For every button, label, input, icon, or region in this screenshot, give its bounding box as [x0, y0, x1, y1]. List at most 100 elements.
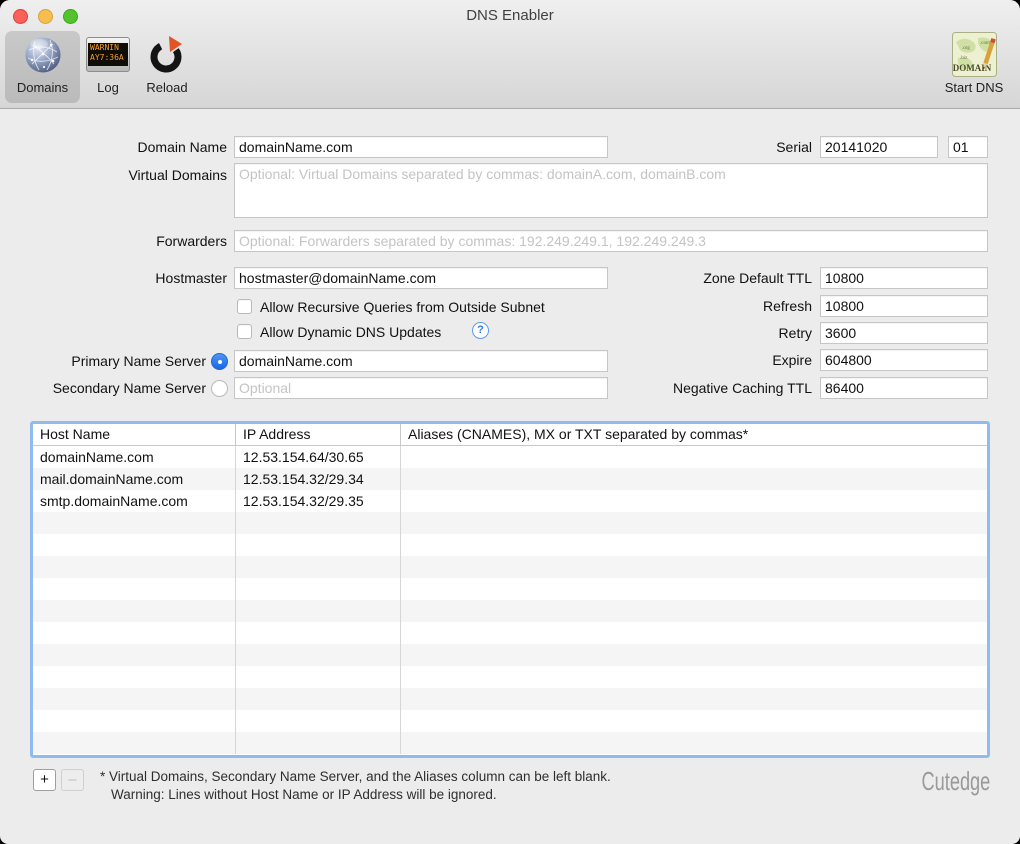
- footer-note-line2: Warning: Lines without Host Name or IP A…: [100, 786, 611, 804]
- table-cell: smtp.domainName.com: [33, 490, 236, 512]
- table-row[interactable]: [33, 534, 987, 556]
- table-row[interactable]: [33, 622, 987, 644]
- expire-input[interactable]: [820, 349, 988, 371]
- host-table-header: Host Name IP Address Aliases (CNAMES), M…: [33, 424, 987, 446]
- table-row[interactable]: [33, 644, 987, 666]
- toolbar-label-reload: Reload: [136, 80, 198, 95]
- table-cell: 12.53.154.32/29.35: [236, 490, 401, 512]
- allow-dynamic-checkbox[interactable]: [237, 324, 252, 339]
- table-cell: [401, 512, 987, 534]
- column-header-host-name[interactable]: Host Name: [33, 424, 236, 445]
- table-cell: [236, 688, 401, 710]
- table-cell: [401, 644, 987, 666]
- expire-label: Expire: [600, 349, 812, 371]
- virtual-domains-label: Virtual Domains: [0, 164, 227, 186]
- column-header-ip-address[interactable]: IP Address: [236, 424, 401, 445]
- table-row[interactable]: smtp.domainName.com12.53.154.32/29.35: [33, 490, 987, 512]
- refresh-label: Refresh: [600, 295, 812, 317]
- allow-dynamic-label: Allow Dynamic DNS Updates: [260, 324, 441, 341]
- table-cell: 12.53.154.32/29.34: [236, 468, 401, 490]
- primary-ns-input[interactable]: [234, 350, 608, 372]
- table-cell: [33, 666, 236, 688]
- table-cell: [401, 622, 987, 644]
- window-header: DNS Enabler: [0, 0, 1020, 109]
- table-cell: [401, 468, 987, 490]
- toolbar-item-log[interactable]: WARNINAY7:36A Log: [84, 31, 132, 103]
- domain-name-input[interactable]: [234, 136, 608, 158]
- table-cell: [236, 666, 401, 688]
- host-table-body: domainName.com12.53.154.64/30.65mail.dom…: [33, 446, 987, 754]
- table-cell: [33, 600, 236, 622]
- table-row[interactable]: [33, 600, 987, 622]
- allow-recursive-label: Allow Recursive Queries from Outside Sub…: [260, 299, 545, 316]
- help-button[interactable]: ?: [472, 322, 489, 339]
- secondary-ns-label: Secondary Name Server: [0, 377, 206, 399]
- negative-caching-ttl-label: Negative Caching TTL: [600, 377, 812, 399]
- table-cell: [33, 622, 236, 644]
- forwarders-input[interactable]: [234, 230, 988, 252]
- table-cell: [401, 490, 987, 512]
- table-cell: [236, 578, 401, 600]
- table-row[interactable]: [33, 688, 987, 710]
- primary-ns-radio[interactable]: [211, 353, 228, 370]
- table-cell: [401, 578, 987, 600]
- table-cell: [33, 512, 236, 534]
- remove-row-button[interactable]: –: [61, 769, 84, 791]
- toolbar-label-start-dns: Start DNS: [936, 80, 1012, 95]
- table-cell: [236, 710, 401, 732]
- table-cell: [33, 688, 236, 710]
- secondary-ns-input[interactable]: [234, 377, 608, 399]
- host-table[interactable]: Host Name IP Address Aliases (CNAMES), M…: [30, 421, 990, 758]
- retry-label: Retry: [600, 322, 812, 344]
- svg-text:.biz: .biz: [960, 56, 968, 61]
- table-cell: [401, 732, 987, 754]
- table-cell: [33, 710, 236, 732]
- table-cell: [33, 556, 236, 578]
- footer-note-line1: * Virtual Domains, Secondary Name Server…: [100, 768, 611, 786]
- hostmaster-label: Hostmaster: [0, 267, 227, 289]
- table-cell: [401, 556, 987, 578]
- retry-input[interactable]: [820, 322, 988, 344]
- secondary-ns-radio[interactable]: [211, 380, 228, 397]
- table-cell: [33, 534, 236, 556]
- table-cell: [236, 622, 401, 644]
- table-cell: [401, 710, 987, 732]
- zone-default-ttl-input[interactable]: [820, 267, 988, 289]
- window-title: DNS Enabler: [0, 7, 1020, 24]
- column-header-aliases[interactable]: Aliases (CNAMES), MX or TXT separated by…: [401, 424, 987, 445]
- table-cell: [401, 534, 987, 556]
- table-cell: domainName.com: [33, 446, 236, 468]
- negative-caching-ttl-input[interactable]: [820, 377, 988, 399]
- toolbar-item-start-dns[interactable]: .org .com .biz DOMAIN Start DNS: [936, 31, 1012, 103]
- hostmaster-input[interactable]: [234, 267, 608, 289]
- table-row[interactable]: mail.domainName.com12.53.154.32/29.34: [33, 468, 987, 490]
- footer-note: * Virtual Domains, Secondary Name Server…: [100, 768, 611, 804]
- serial-input[interactable]: [820, 136, 938, 158]
- serial-suffix-input[interactable]: [948, 136, 988, 158]
- table-row[interactable]: [33, 512, 987, 534]
- table-cell: [236, 732, 401, 754]
- table-row[interactable]: [33, 578, 987, 600]
- table-cell: [401, 666, 987, 688]
- table-row[interactable]: [33, 732, 987, 754]
- toolbar-item-domains[interactable]: Domains: [5, 31, 80, 103]
- table-cell: [236, 644, 401, 666]
- toolbar-item-reload[interactable]: Reload: [136, 31, 198, 103]
- table-row[interactable]: domainName.com12.53.154.64/30.65: [33, 446, 987, 468]
- add-row-button[interactable]: +: [33, 769, 56, 791]
- virtual-domains-textarea[interactable]: [234, 163, 988, 218]
- table-cell: [33, 578, 236, 600]
- primary-ns-label: Primary Name Server: [0, 350, 206, 372]
- reload-circular-arrow-icon: [136, 31, 198, 78]
- globe-network-icon: [5, 31, 80, 78]
- table-cell: 12.53.154.64/30.65: [236, 446, 401, 468]
- zone-default-ttl-label: Zone Default TTL: [600, 267, 812, 289]
- led-display-icon: WARNINAY7:36A: [84, 31, 132, 78]
- table-row[interactable]: [33, 666, 987, 688]
- allow-recursive-checkbox[interactable]: [237, 299, 252, 314]
- app-window: DNS Enabler: [0, 0, 1020, 844]
- table-cell: [401, 446, 987, 468]
- table-row[interactable]: [33, 710, 987, 732]
- refresh-input[interactable]: [820, 295, 988, 317]
- table-row[interactable]: [33, 556, 987, 578]
